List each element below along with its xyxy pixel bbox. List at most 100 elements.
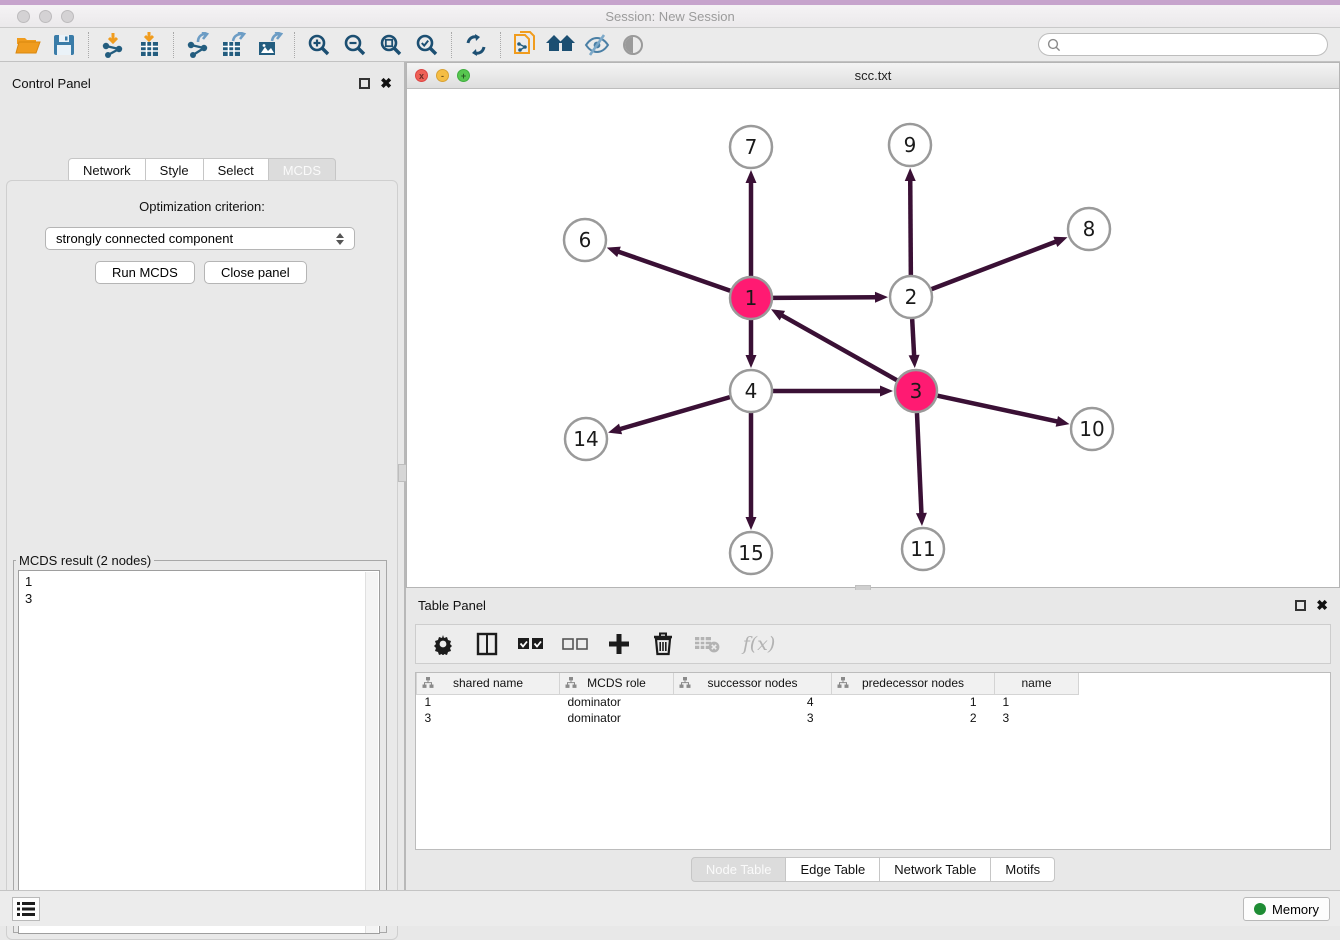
svg-text:8: 8 — [1083, 217, 1096, 241]
table-cell[interactable]: 3 — [995, 710, 1079, 726]
open-file-icon[interactable] — [10, 30, 46, 60]
settings-gear-icon[interactable] — [430, 630, 456, 658]
edge-2-8[interactable] — [932, 241, 1058, 289]
column-header-successor-nodes[interactable]: successor nodes — [674, 673, 832, 694]
edge-2-3[interactable] — [912, 319, 914, 357]
tab-edge-table[interactable]: Edge Table — [786, 857, 880, 882]
edge-1-6[interactable] — [617, 251, 730, 291]
deselect-all-checks-icon[interactable] — [562, 630, 588, 658]
hide-selected-eye-icon[interactable] — [579, 30, 615, 60]
graph-node-9[interactable]: 9 — [889, 124, 931, 166]
close-panel-button[interactable]: Close panel — [204, 261, 307, 284]
save-session-icon[interactable] — [46, 30, 82, 60]
export-table-icon[interactable] — [216, 30, 252, 60]
edge-4-14[interactable] — [619, 397, 730, 429]
optimization-criterion-select[interactable]: strongly connected component — [45, 227, 355, 250]
graph-node-2[interactable]: 2 — [890, 276, 932, 318]
edge-2-9[interactable] — [910, 179, 911, 275]
network-window-titlebar[interactable]: x - + scc.txt — [407, 63, 1339, 89]
table-row[interactable]: 1dominator411 — [417, 694, 1079, 710]
table-cell[interactable]: 1 — [832, 694, 995, 710]
network-from-clipboard-icon[interactable] — [507, 30, 543, 60]
memory-button[interactable]: Memory — [1243, 897, 1330, 921]
import-table-icon[interactable] — [131, 30, 167, 60]
tab-node-table[interactable]: Node Table — [691, 857, 787, 882]
table-cell[interactable]: 1 — [417, 694, 560, 710]
network-window-title: scc.txt — [407, 68, 1339, 83]
add-row-icon[interactable] — [606, 630, 632, 658]
edge-arrowhead — [746, 170, 757, 183]
hierarchy-icon — [837, 677, 849, 689]
search-box[interactable] — [1038, 33, 1328, 56]
refresh-icon[interactable] — [458, 30, 494, 60]
graph-node-4[interactable]: 4 — [730, 370, 772, 412]
svg-text:11: 11 — [910, 537, 935, 561]
svg-text:10: 10 — [1079, 417, 1104, 441]
table-tabs: Node TableEdge TableNetwork TableMotifs — [406, 857, 1340, 882]
svg-text:1: 1 — [745, 286, 758, 310]
import-network-icon[interactable] — [95, 30, 131, 60]
tab-network-table[interactable]: Network Table — [880, 857, 991, 882]
result-scrollbar[interactable] — [365, 572, 378, 934]
svg-text:9: 9 — [904, 133, 917, 157]
column-header-predecessor-nodes[interactable]: predecessor nodes — [832, 673, 995, 694]
edge-arrowhead — [1056, 416, 1070, 427]
zoom-in-icon[interactable] — [301, 30, 337, 60]
column-header-label: name — [1021, 676, 1051, 690]
edge-3-1[interactable] — [781, 315, 897, 381]
edge-3-10[interactable] — [938, 396, 1059, 422]
select-all-checks-icon[interactable] — [518, 630, 544, 658]
function-builder-icon-disabled: f(x) — [738, 630, 780, 658]
mcds-result-text[interactable]: 13 — [18, 570, 380, 934]
float-panel-icon[interactable] — [359, 78, 370, 89]
close-table-panel-icon[interactable]: ✖ — [1316, 598, 1328, 612]
edge-1-2[interactable] — [773, 297, 877, 298]
zoom-fit-icon[interactable] — [373, 30, 409, 60]
search-icon — [1047, 38, 1061, 52]
table-row[interactable]: 3dominator323 — [417, 710, 1079, 726]
table-cell[interactable]: 1 — [995, 694, 1079, 710]
graph-node-11[interactable]: 11 — [902, 528, 944, 570]
export-image-icon[interactable] — [252, 30, 288, 60]
optimization-criterion-label: Optimization criterion: — [7, 199, 397, 214]
table-cell[interactable]: dominator — [560, 694, 674, 710]
table-cell[interactable]: 3 — [417, 710, 560, 726]
table-cell[interactable]: 2 — [832, 710, 995, 726]
edge-arrowhead — [909, 355, 920, 368]
main-toolbar — [0, 28, 1340, 62]
show-columns-icon[interactable] — [474, 630, 500, 658]
zoom-out-icon[interactable] — [337, 30, 373, 60]
column-header-shared-name[interactable]: shared name — [417, 673, 560, 694]
network-canvas[interactable]: 7 9 6 8 1 2 4 3 14 10 15 11 — [407, 89, 1339, 587]
graph-node-15[interactable]: 15 — [730, 532, 772, 574]
table-cell[interactable]: 3 — [674, 710, 832, 726]
mcds-result-group: MCDS result (2 nodes) 13 — [13, 553, 387, 933]
mcds-result-title: MCDS result (2 nodes) — [16, 553, 154, 568]
graph-node-8[interactable]: 8 — [1068, 208, 1110, 250]
selected-option: strongly connected component — [56, 231, 233, 246]
houses-icon[interactable] — [543, 30, 579, 60]
graph-node-7[interactable]: 7 — [730, 126, 772, 168]
search-input[interactable] — [1066, 38, 1327, 52]
edge-3-11[interactable] — [917, 413, 922, 515]
graph-node-3[interactable]: 3 — [895, 370, 937, 412]
column-header-name[interactable]: name — [995, 673, 1079, 694]
task-history-button[interactable] — [12, 897, 40, 921]
float-table-panel-icon[interactable] — [1295, 600, 1306, 611]
run-mcds-button[interactable]: Run MCDS — [95, 261, 195, 284]
close-panel-icon[interactable]: ✖ — [380, 76, 392, 90]
table-cell[interactable]: 4 — [674, 694, 832, 710]
graph-node-6[interactable]: 6 — [564, 219, 606, 261]
graph-node-10[interactable]: 10 — [1071, 408, 1113, 450]
export-network-icon[interactable] — [180, 30, 216, 60]
column-header-MCDS-role[interactable]: MCDS role — [560, 673, 674, 694]
graph-node-1[interactable]: 1 — [730, 277, 772, 319]
zoom-selected-icon[interactable] — [409, 30, 445, 60]
window-title: Session: New Session — [0, 9, 1340, 24]
node-table[interactable]: shared nameMCDS rolesuccessor nodesprede… — [415, 672, 1331, 850]
graph-node-14[interactable]: 14 — [565, 418, 607, 460]
hierarchy-icon — [422, 677, 434, 689]
tab-motifs[interactable]: Motifs — [991, 857, 1055, 882]
delete-row-trash-icon[interactable] — [650, 630, 676, 658]
table-cell[interactable]: dominator — [560, 710, 674, 726]
